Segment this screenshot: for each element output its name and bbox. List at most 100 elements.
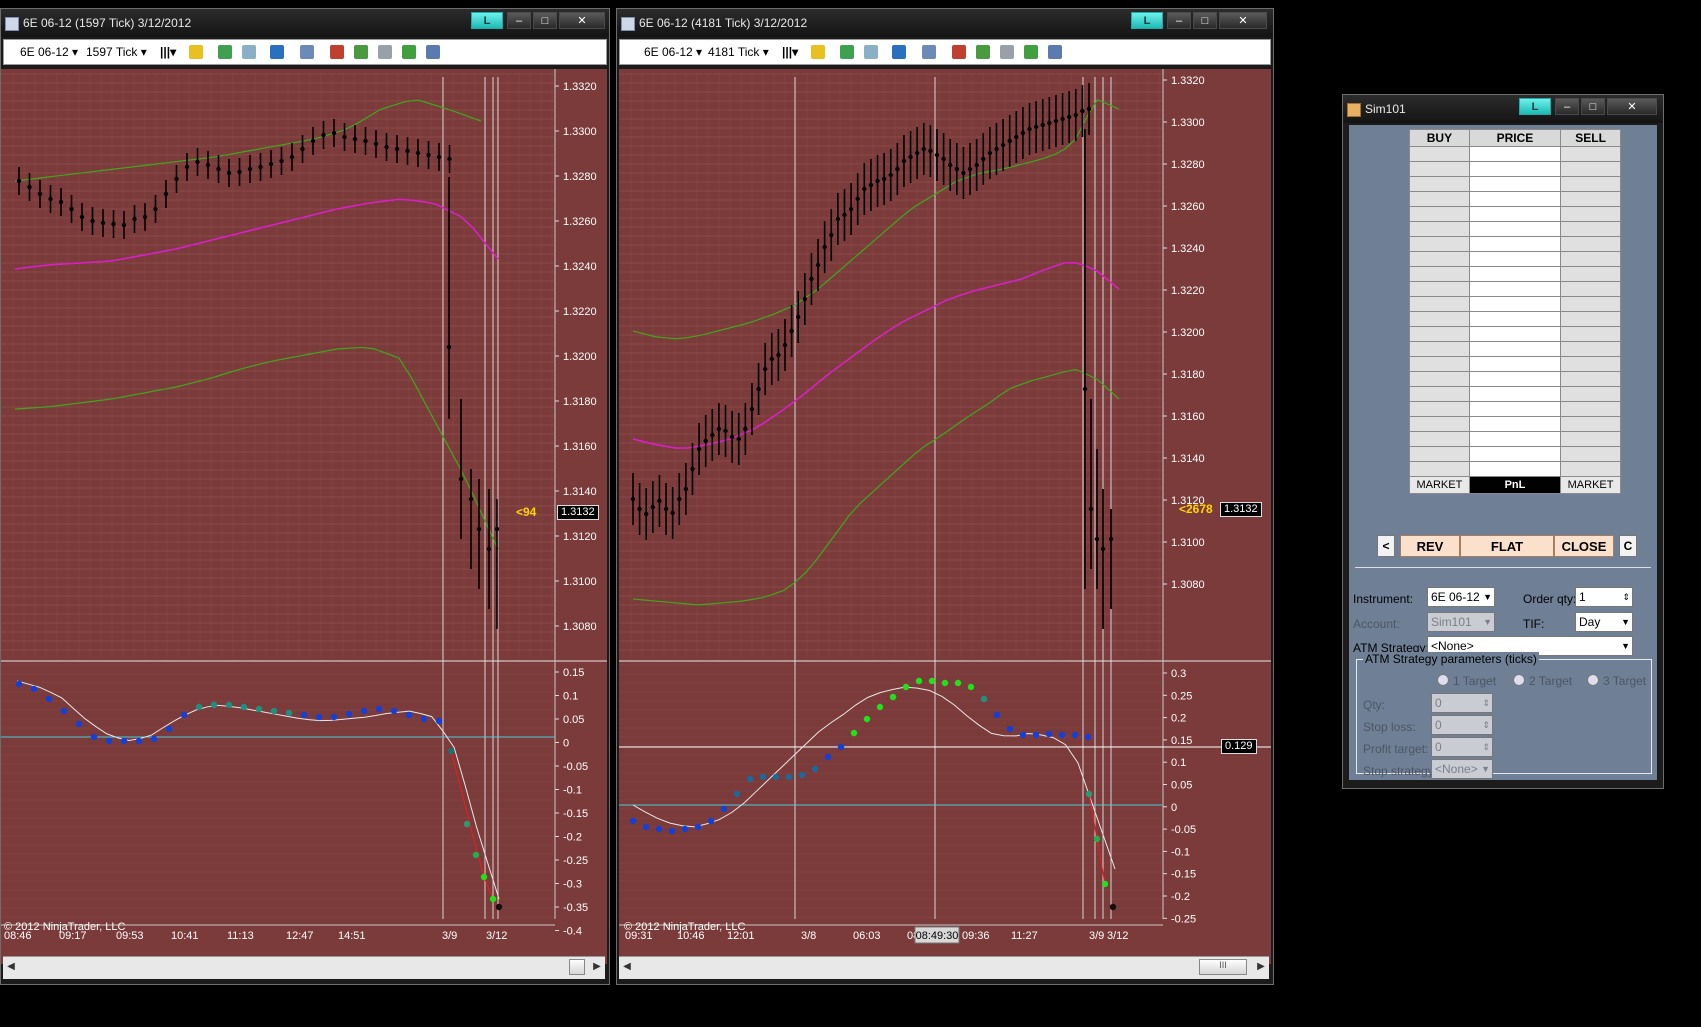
ladder-row[interactable]: [1409, 311, 1621, 327]
buy-cell[interactable]: [1409, 386, 1470, 402]
buy-cell[interactable]: [1409, 221, 1470, 237]
chart1-panel[interactable]: 1.3320 1.3300 1.3280 1.3260 1.3240 1.3220 1.32…: [1, 69, 607, 964]
scroll-right-icon[interactable]: ▶: [589, 957, 605, 979]
ladder-row[interactable]: [1409, 431, 1621, 447]
price-cell[interactable]: [1468, 416, 1562, 432]
radio-3-target[interactable]: 3 Target: [1587, 674, 1646, 688]
ladder-row[interactable]: [1409, 251, 1621, 267]
ladder-row[interactable]: [1409, 461, 1621, 477]
lock-button[interactable]: L: [1519, 98, 1551, 115]
buy-cell[interactable]: [1409, 461, 1470, 477]
zoom-icon[interactable]: [300, 45, 314, 59]
chart-style-icon[interactable]: [1000, 45, 1014, 59]
crosshair-icon[interactable]: [270, 45, 284, 59]
price-cell[interactable]: [1468, 281, 1562, 297]
buy-cell[interactable]: [1409, 251, 1470, 267]
order-qty-field[interactable]: 1 ⇕: [1575, 587, 1633, 607]
order-icon[interactable]: [952, 45, 966, 59]
tif-field[interactable]: Day ▼: [1575, 612, 1633, 632]
scroll-left-icon[interactable]: ◀: [3, 957, 19, 979]
buy-cell[interactable]: [1409, 431, 1470, 447]
pencil-icon[interactable]: [811, 45, 825, 59]
ladder-row[interactable]: [1409, 326, 1621, 342]
price-cell[interactable]: [1468, 176, 1562, 192]
data-box-icon[interactable]: [976, 45, 990, 59]
add-indicator-icon[interactable]: [840, 45, 854, 59]
sell-cell[interactable]: [1560, 281, 1621, 297]
price-cell[interactable]: [1468, 311, 1562, 327]
ladder-row[interactable]: [1409, 266, 1621, 282]
price-cell[interactable]: [1468, 341, 1562, 357]
period-selector[interactable]: 1597 Tick ▾: [86, 45, 147, 59]
ladder-row[interactable]: [1409, 191, 1621, 207]
price-cell[interactable]: [1468, 431, 1562, 447]
price-cell[interactable]: [1468, 296, 1562, 312]
ladder-row[interactable]: [1409, 146, 1621, 162]
close-button[interactable]: ✕: [559, 12, 605, 29]
rev-button[interactable]: REV: [1400, 535, 1460, 557]
maximize-button[interactable]: □: [1193, 12, 1217, 29]
scroll-right-icon[interactable]: ▶: [1253, 957, 1269, 979]
buy-cell[interactable]: [1409, 446, 1470, 462]
ladder-row[interactable]: [1409, 341, 1621, 357]
price-cell[interactable]: [1468, 161, 1562, 177]
close-position-button[interactable]: CLOSE: [1554, 535, 1614, 557]
buy-cell[interactable]: [1409, 356, 1470, 372]
period-selector[interactable]: 4181 Tick ▾: [708, 45, 769, 59]
price-ladder[interactable]: BUY PRICE SELL MARKET PnL MARKET: [1409, 129, 1621, 494]
scroll-left-button[interactable]: <: [1377, 535, 1395, 557]
chart1-titlebar[interactable]: 6E 06-12 (1597 Tick) 3/12/2012 L – □ ✕: [1, 9, 609, 37]
price-cell[interactable]: [1468, 236, 1562, 252]
buy-cell[interactable]: [1409, 161, 1470, 177]
price-cell[interactable]: [1468, 326, 1562, 342]
chart2-panel[interactable]: 1.3320 1.3300 1.3280 1.3260 1.3240 1.3220 1.32…: [619, 69, 1271, 964]
sell-cell[interactable]: [1560, 161, 1621, 177]
ladder-row[interactable]: [1409, 206, 1621, 222]
sell-cell[interactable]: [1560, 251, 1621, 267]
price-cell[interactable]: [1468, 386, 1562, 402]
scroll-thumb[interactable]: III: [1199, 959, 1247, 975]
ladder-row[interactable]: [1409, 371, 1621, 387]
dollar-icon[interactable]: [402, 45, 416, 59]
flat-button[interactable]: FLAT: [1460, 535, 1554, 557]
sell-market-button[interactable]: MARKET: [1560, 476, 1621, 494]
sell-cell[interactable]: [1560, 266, 1621, 282]
chart-style-icon[interactable]: [378, 45, 392, 59]
sell-cell[interactable]: [1560, 401, 1621, 417]
buy-cell[interactable]: [1409, 326, 1470, 342]
buy-market-button[interactable]: MARKET: [1409, 476, 1470, 494]
close-button[interactable]: ✕: [1219, 12, 1267, 29]
price-cell[interactable]: [1468, 146, 1562, 162]
crosshair-icon[interactable]: [892, 45, 906, 59]
buy-cell[interactable]: [1409, 296, 1470, 312]
bar-type-icon[interactable]: |||▾: [160, 45, 176, 59]
buy-cell[interactable]: [1409, 401, 1470, 417]
price-cell[interactable]: [1468, 356, 1562, 372]
ladder-row[interactable]: [1409, 176, 1621, 192]
sell-cell[interactable]: [1560, 386, 1621, 402]
buy-cell[interactable]: [1409, 176, 1470, 192]
dollar-icon[interactable]: [1024, 45, 1038, 59]
chart1-scrollbar[interactable]: ◀ ▶: [3, 956, 605, 979]
ladder-row[interactable]: [1409, 401, 1621, 417]
sell-cell[interactable]: [1560, 191, 1621, 207]
ladder-row[interactable]: [1409, 221, 1621, 237]
ladder-row[interactable]: [1409, 356, 1621, 372]
sell-cell[interactable]: [1560, 326, 1621, 342]
pnl-cell[interactable]: PnL: [1468, 476, 1562, 494]
buy-cell[interactable]: [1409, 191, 1470, 207]
buy-cell[interactable]: [1409, 311, 1470, 327]
ladder-row[interactable]: [1409, 386, 1621, 402]
price-cell[interactable]: [1468, 191, 1562, 207]
ladder-row[interactable]: [1409, 161, 1621, 177]
sell-cell[interactable]: [1560, 416, 1621, 432]
sell-cell[interactable]: [1560, 206, 1621, 222]
maximize-button[interactable]: □: [1581, 98, 1605, 115]
properties-icon[interactable]: [1048, 45, 1062, 59]
radio-2-target[interactable]: 2 Target: [1513, 674, 1572, 688]
buy-cell[interactable]: [1409, 206, 1470, 222]
minimize-button[interactable]: –: [1555, 98, 1579, 115]
price-cell[interactable]: [1468, 266, 1562, 282]
sell-cell[interactable]: [1560, 176, 1621, 192]
pencil-icon[interactable]: [189, 45, 203, 59]
